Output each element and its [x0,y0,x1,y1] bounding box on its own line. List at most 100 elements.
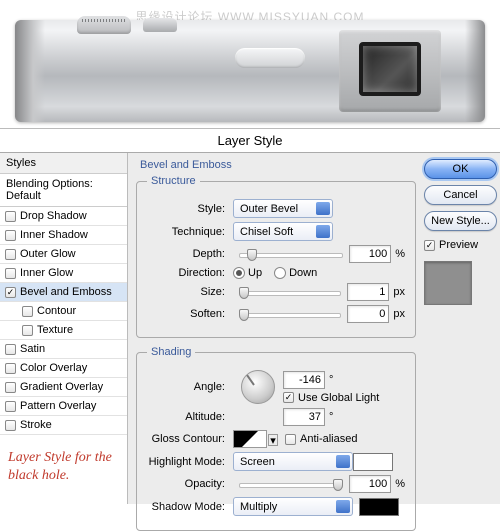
effect-label: Texture [37,324,73,336]
gloss-contour-label: Gloss Contour: [147,433,233,445]
altitude-input[interactable]: 37 [283,408,325,426]
altitude-unit: ° [329,411,333,423]
effect-checkbox[interactable] [5,382,16,393]
angle-unit: ° [329,374,333,386]
effect-row-color-overlay[interactable]: Color Overlay [0,359,127,378]
preview-swatch [424,261,472,305]
depth-label: Depth: [147,248,233,260]
soften-unit: px [393,308,405,320]
new-style-button[interactable]: New Style... [424,211,497,231]
effect-label: Contour [37,305,76,317]
effect-checkbox[interactable] [5,401,16,412]
effect-row-pattern-overlay[interactable]: Pattern Overlay [0,397,127,416]
effect-row-inner-glow[interactable]: Inner Glow [0,264,127,283]
effect-label: Pattern Overlay [20,400,96,412]
structure-group: Structure Style: Outer Bevel Technique: … [136,175,416,338]
sidebar-header[interactable]: Styles [0,153,127,174]
effect-label: Drop Shadow [20,210,87,222]
technique-select[interactable]: Chisel Soft [233,222,333,241]
gloss-contour-picker[interactable]: ▾ [233,430,267,448]
effect-checkbox[interactable]: ✓ [5,287,16,298]
shadow-color-swatch[interactable] [359,498,399,516]
effect-settings-panel: Bevel and Emboss Structure Style: Outer … [128,153,424,504]
effect-label: Inner Glow [20,267,73,279]
dialog-title: Layer Style [0,128,500,152]
panel-title: Bevel and Emboss [140,159,416,171]
camera-strip [235,48,305,68]
effect-row-drop-shadow[interactable]: Drop Shadow [0,207,127,226]
chevron-down-icon[interactable]: ▾ [268,434,278,446]
highlight-opacity-label: Opacity: [147,478,233,490]
depth-unit: % [395,248,405,260]
effect-checkbox[interactable] [5,211,16,222]
direction-up-radio[interactable] [233,267,245,279]
preview-checkbox[interactable]: ✓ [424,240,435,251]
highlight-mode-label: Highlight Mode: [147,456,233,468]
effect-checkbox[interactable] [5,363,16,374]
effect-row-contour[interactable]: Contour [0,302,127,321]
camera-dial [77,16,131,34]
soften-input[interactable]: 0 [347,305,389,323]
effect-checkbox[interactable] [5,249,16,260]
direction-down-label: Down [289,267,317,279]
effect-checkbox[interactable] [5,344,16,355]
effect-row-texture[interactable]: Texture [0,321,127,340]
camera-viewfinder [339,30,441,112]
depth-input[interactable]: 100 [349,245,391,263]
blending-options-row[interactable]: Blending Options: Default [0,174,127,207]
effect-checkbox[interactable] [22,325,33,336]
styles-sidebar: Styles Blending Options: Default Drop Sh… [0,153,128,504]
style-label: Style: [147,203,233,215]
size-label: Size: [147,286,233,298]
anti-aliased-label: Anti-aliased [300,433,357,445]
effect-label: Outer Glow [20,248,76,260]
annotation-text: Layer Style for the black hole. [0,435,127,499]
highlight-opacity-unit: % [395,478,405,490]
global-light-checkbox[interactable]: ✓ [283,392,294,403]
soften-label: Soften: [147,308,233,320]
highlight-color-swatch[interactable] [353,453,393,471]
angle-dial[interactable] [241,370,275,404]
effect-checkbox[interactable] [5,420,16,431]
technique-label: Technique: [147,226,233,238]
preview-label: Preview [439,239,478,251]
effect-label: Inner Shadow [20,229,88,241]
size-slider[interactable] [239,286,341,298]
highlight-opacity-slider[interactable] [239,478,343,490]
effect-row-satin[interactable]: Satin [0,340,127,359]
size-unit: px [393,286,405,298]
size-input[interactable]: 1 [347,283,389,301]
effect-label: Gradient Overlay [20,381,103,393]
direction-up-label: Up [248,267,262,279]
effect-checkbox[interactable] [22,306,33,317]
global-light-label: Use Global Light [298,392,379,404]
direction-down-radio[interactable] [274,267,286,279]
effect-row-inner-shadow[interactable]: Inner Shadow [0,226,127,245]
shading-legend: Shading [147,346,195,358]
effect-row-outer-glow[interactable]: Outer Glow [0,245,127,264]
altitude-label: Altitude: [147,411,233,423]
direction-label: Direction: [147,267,233,279]
effect-checkbox[interactable] [5,268,16,279]
effect-row-bevel-and-emboss[interactable]: ✓Bevel and Emboss [0,283,127,302]
shading-group: Shading Angle: -146 ° ✓ Use Global Light… [136,346,416,531]
highlight-mode-select[interactable]: Screen [233,452,353,471]
angle-input[interactable]: -146 [283,371,325,389]
shadow-mode-label: Shadow Mode: [147,501,233,513]
angle-label: Angle: [147,381,233,393]
ok-button[interactable]: OK [424,159,497,179]
cancel-button[interactable]: Cancel [424,185,497,205]
effect-checkbox[interactable] [5,230,16,241]
effect-label: Color Overlay [20,362,87,374]
structure-legend: Structure [147,175,200,187]
effect-row-gradient-overlay[interactable]: Gradient Overlay [0,378,127,397]
effect-label: Stroke [20,419,52,431]
soften-slider[interactable] [239,308,341,320]
anti-aliased-checkbox[interactable] [285,434,296,445]
highlight-opacity-input[interactable]: 100 [349,475,391,493]
effect-label: Satin [20,343,45,355]
camera-illustration [15,20,485,122]
style-select[interactable]: Outer Bevel [233,199,333,218]
depth-slider[interactable] [239,248,343,260]
effect-row-stroke[interactable]: Stroke [0,416,127,435]
